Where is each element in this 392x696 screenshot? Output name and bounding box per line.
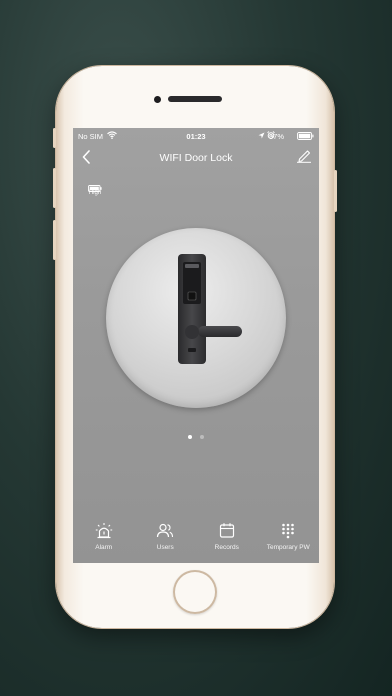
door-lock-image bbox=[178, 254, 242, 364]
pencil-icon[interactable] bbox=[296, 149, 312, 168]
battery-icon bbox=[297, 132, 314, 140]
silent-switch bbox=[53, 128, 56, 148]
location-icon bbox=[258, 132, 265, 141]
power-button bbox=[334, 170, 337, 212]
tab-temporary-pw-label: Temporary PW bbox=[266, 544, 310, 551]
volume-up-button bbox=[53, 168, 56, 208]
navigation-bar: WIFI Door Lock bbox=[73, 144, 319, 170]
status-bar: No SIM 01:23 97% bbox=[73, 128, 319, 144]
calendar-icon bbox=[219, 523, 234, 538]
home-button[interactable] bbox=[173, 570, 217, 614]
front-camera bbox=[154, 96, 161, 103]
lock-control-dial[interactable] bbox=[106, 228, 286, 408]
keypad-icon bbox=[282, 523, 295, 539]
earpiece-speaker bbox=[168, 96, 222, 102]
tab-users-label: Users bbox=[156, 544, 174, 551]
battery-percent: 97% bbox=[268, 132, 284, 141]
tab-records[interactable]: Records bbox=[196, 513, 258, 563]
bottom-tab-bar: Alarm Users Records Temporary PW bbox=[73, 513, 319, 563]
page-title: WIFI Door Lock bbox=[159, 152, 233, 164]
volume-down-button bbox=[53, 220, 56, 260]
page-dot-active[interactable] bbox=[188, 435, 193, 439]
page-indicator bbox=[73, 426, 319, 444]
tab-users[interactable]: Users bbox=[135, 513, 197, 563]
battery-level-label: High bbox=[88, 190, 102, 196]
page-dot[interactable] bbox=[199, 435, 204, 439]
alarm-siren-icon bbox=[95, 523, 112, 539]
tab-alarm-label: Alarm bbox=[95, 544, 113, 551]
users-icon bbox=[157, 523, 174, 538]
tab-alarm[interactable]: Alarm bbox=[73, 513, 135, 563]
app-screen: No SIM 01:23 97% WIFI Door Lock High Ala… bbox=[73, 128, 319, 563]
tab-temporary-pw[interactable]: Temporary PW bbox=[258, 513, 320, 563]
tab-records-label: Records bbox=[214, 544, 239, 551]
